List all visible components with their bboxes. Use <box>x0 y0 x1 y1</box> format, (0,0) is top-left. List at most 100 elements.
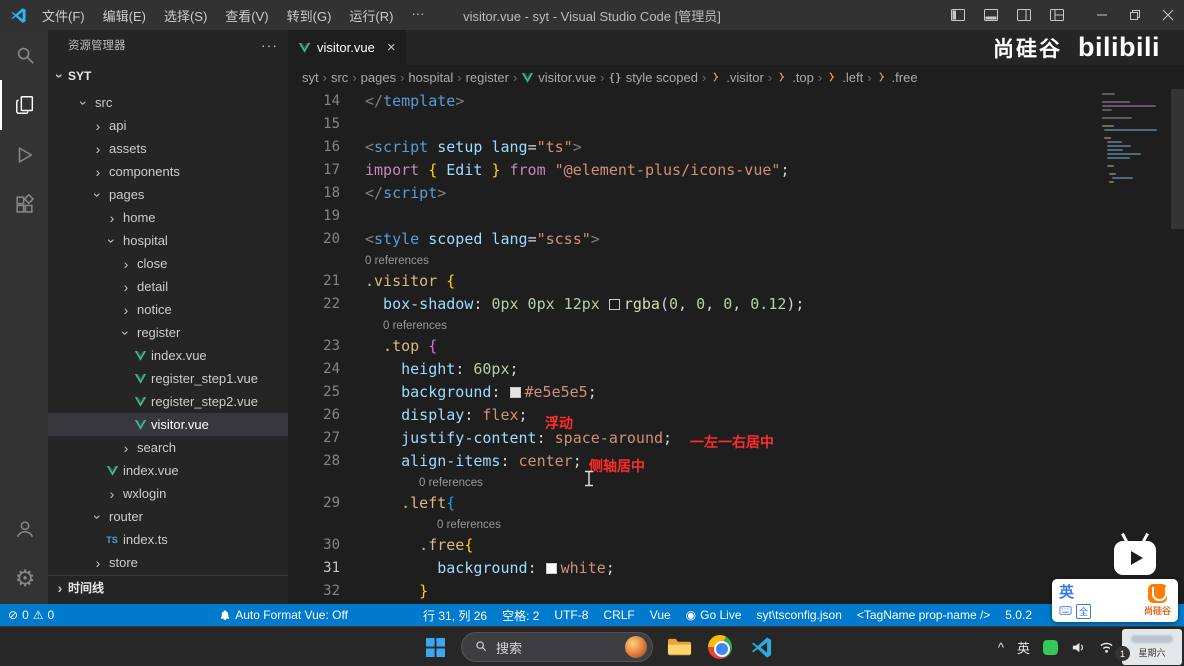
network-icon[interactable] <box>1099 640 1114 655</box>
code-line-25[interactable]: 25 background: #e5e5e5; <box>288 380 1184 403</box>
eol-setting[interactable]: CRLF <box>603 608 634 622</box>
keyboard-icon[interactable] <box>1059 602 1072 620</box>
account-icon[interactable] <box>0 504 48 554</box>
breadcrumb-top[interactable]: .top <box>776 70 814 85</box>
tree-item-search[interactable]: › search <box>48 436 288 459</box>
problems-badge[interactable]: ⊘ 0 ⚠ 0 <box>8 608 54 622</box>
tree-item-src[interactable]: › src <box>48 91 288 114</box>
tree-item-notice[interactable]: › notice <box>48 298 288 321</box>
code-line-30[interactable]: 30 .free{ <box>288 533 1184 556</box>
close-tab-icon[interactable]: × <box>387 39 396 56</box>
menu-item-0[interactable]: 文件(F) <box>33 3 94 28</box>
menu-item-5[interactable]: 运行(R) <box>340 3 402 28</box>
tray-chevron-up-icon[interactable]: ^ <box>998 640 1004 655</box>
breadcrumb-register[interactable]: register <box>466 70 509 85</box>
tree-item-store[interactable]: › store <box>48 551 288 574</box>
search-highlight-image[interactable] <box>625 636 647 658</box>
extension-version[interactable]: 5.0.2 <box>1005 608 1032 622</box>
language-mode[interactable]: Vue <box>650 608 671 622</box>
tree-item-index-vue[interactable]: index.vue <box>48 459 288 482</box>
close-button[interactable] <box>1151 0 1184 30</box>
code-line-18[interactable]: 18 </script> <box>288 181 1184 204</box>
indentation[interactable]: 空格: 2 <box>502 607 539 624</box>
cursor-position[interactable]: 行 31, 列 26 <box>423 607 487 624</box>
color-swatch[interactable] <box>608 298 620 310</box>
notification-badge[interactable]: 1 <box>1115 646 1130 661</box>
ime-toolbar[interactable]: 英 全 尚硅谷 <box>1052 579 1178 622</box>
settings-gear-icon[interactable]: ⚙ <box>0 554 48 604</box>
file-explorer-icon[interactable] <box>664 632 694 662</box>
tree-item-api[interactable]: › api <box>48 114 288 137</box>
extensions-icon[interactable] <box>0 180 48 230</box>
code-line-32[interactable]: 32 } <box>288 579 1184 602</box>
tray-ime-indicator[interactable]: 英 <box>1017 638 1030 657</box>
code-line-21[interactable]: 21 .visitor { <box>288 269 1184 292</box>
go-live-button[interactable]: ◉ Go Live <box>686 608 742 622</box>
tree-item-register[interactable]: › register <box>48 321 288 344</box>
volume-icon[interactable] <box>1071 640 1086 655</box>
breadcrumb-src[interactable]: src <box>331 70 348 85</box>
tab-visitor-vue[interactable]: visitor.vue × <box>288 30 406 65</box>
code-line-24[interactable]: 24 height: 60px; <box>288 357 1184 380</box>
chrome-icon[interactable] <box>705 632 735 662</box>
encoding[interactable]: UTF-8 <box>554 608 588 622</box>
toggle-panel-icon[interactable] <box>974 0 1007 30</box>
breadcrumb-style-scoped[interactable]: {} style scoped <box>608 70 698 85</box>
ime-fullwidth[interactable]: 全 <box>1076 603 1092 619</box>
menu-item-6[interactable]: ··· <box>402 3 433 28</box>
code-editor[interactable]: 14 </template> 15 16 <script setup lang="ts"… <box>288 89 1184 604</box>
code-lens-references[interactable]: 0 references <box>288 250 1184 269</box>
code-line-29[interactable]: 29 .left{ <box>288 491 1184 514</box>
tree-item-wxlogin[interactable]: › wxlogin <box>48 482 288 505</box>
tree-item-register-step1-vue[interactable]: register_step1.vue <box>48 367 288 390</box>
more-actions-icon[interactable]: ··· <box>261 37 278 53</box>
tree-item-assets[interactable]: › assets <box>48 137 288 160</box>
minimap[interactable] <box>1102 93 1166 185</box>
tagname-setting[interactable]: <TagName prop-name /> <box>857 608 990 622</box>
timeline-section[interactable]: › 时间线 <box>48 575 288 599</box>
tree-item-router[interactable]: › router <box>48 505 288 528</box>
taskbar-clock[interactable]: 星期六 1 <box>1115 629 1182 665</box>
tree-item-detail[interactable]: › detail <box>48 275 288 298</box>
tree-item-hospital[interactable]: › hospital <box>48 229 288 252</box>
code-line-14[interactable]: 14 </template> <box>288 89 1184 112</box>
vscode-taskbar-icon[interactable] <box>746 632 776 662</box>
restore-button[interactable] <box>1118 0 1151 30</box>
editor-scrollbar[interactable] <box>1171 89 1184 229</box>
code-line-16[interactable]: 16 <script setup lang="ts"> <box>288 135 1184 158</box>
breadcrumb-visitor[interactable]: .visitor <box>710 70 764 85</box>
run-debug-icon[interactable] <box>0 130 48 180</box>
toggle-secondary-sidebar-icon[interactable] <box>1007 0 1040 30</box>
tree-item-index-vue[interactable]: index.vue <box>48 344 288 367</box>
code-line-20[interactable]: 20 <style scoped lang="scss"> <box>288 227 1184 250</box>
color-swatch[interactable] <box>545 562 557 574</box>
breadcrumb-free[interactable]: .free <box>876 70 918 85</box>
breadcrumb-syt[interactable]: syt <box>302 70 319 85</box>
code-line-17[interactable]: 17 import { Edit } from "@element-plus/ic… <box>288 158 1184 181</box>
auto-format-toggle[interactable]: Auto Format Vue: Off <box>219 608 348 622</box>
taskbar-search[interactable]: 搜索 <box>461 632 653 662</box>
tree-item-visitor-vue[interactable]: visitor.vue <box>48 413 288 436</box>
breadcrumb-hospital[interactable]: hospital <box>408 70 453 85</box>
breadcrumb-left[interactable]: .left <box>826 70 863 85</box>
project-section-header[interactable]: › SYT <box>48 60 288 91</box>
menu-item-1[interactable]: 编辑(E) <box>94 3 155 28</box>
tree-item-components[interactable]: › components <box>48 160 288 183</box>
ime-language[interactable]: 英 <box>1059 581 1091 602</box>
tsconfig-indicator[interactable]: syt\tsconfig.json <box>757 608 842 622</box>
code-line-26[interactable]: 26 display: flex; <box>288 403 1184 426</box>
start-button[interactable] <box>420 632 450 662</box>
code-lens-references[interactable]: 0 references <box>288 315 1184 334</box>
tree-item-pages[interactable]: › pages <box>48 183 288 206</box>
minimize-button[interactable] <box>1085 0 1118 30</box>
tree-item-close[interactable]: › close <box>48 252 288 275</box>
tree-item-home[interactable]: › home <box>48 206 288 229</box>
menu-item-3[interactable]: 查看(V) <box>216 3 277 28</box>
menu-item-2[interactable]: 选择(S) <box>155 3 216 28</box>
code-lens-references[interactable]: 0 references <box>288 472 1184 491</box>
code-line-31[interactable]: 31 background: white; <box>288 556 1184 579</box>
menu-item-4[interactable]: 转到(G) <box>278 3 341 28</box>
breadcrumb-pages[interactable]: pages <box>361 70 396 85</box>
tree-item-index-ts[interactable]: TS index.ts <box>48 528 288 551</box>
code-line-28[interactable]: 28 align-items: center; <box>288 449 1184 472</box>
